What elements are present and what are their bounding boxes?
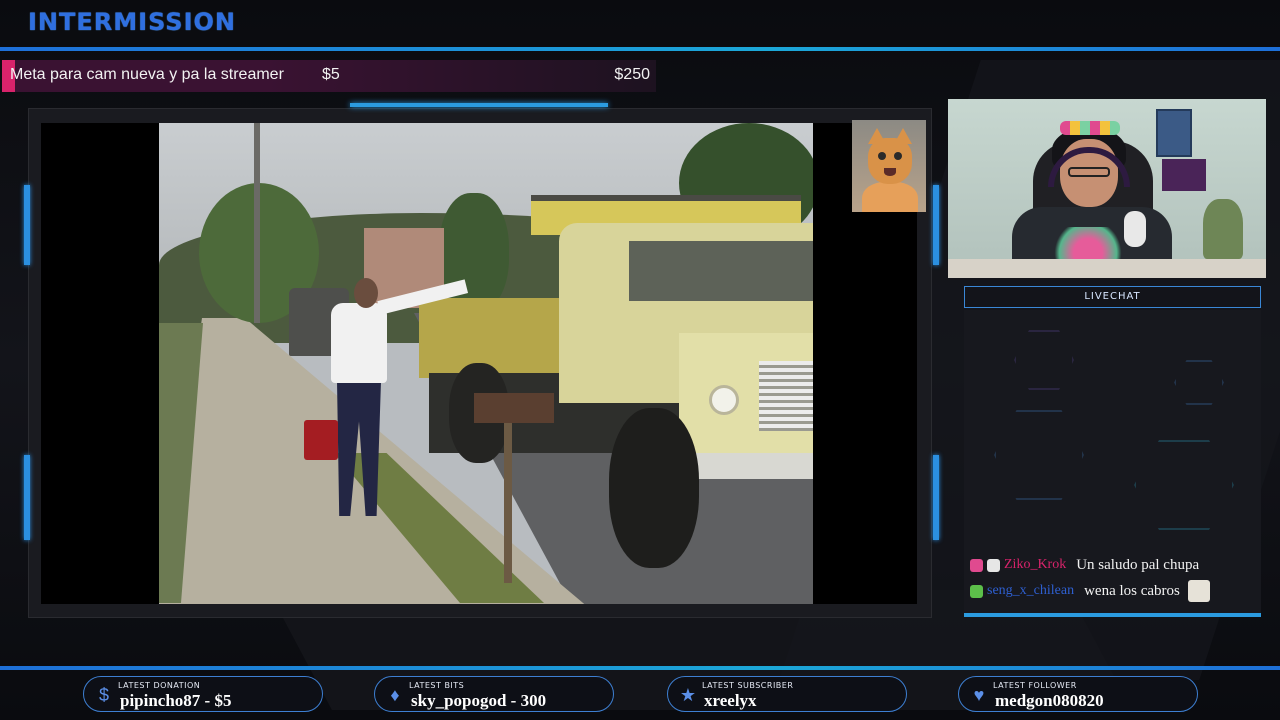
header-divider xyxy=(0,47,1280,51)
bits-icon: ♦ xyxy=(390,685,400,705)
microphone xyxy=(1124,211,1146,247)
cat-eye xyxy=(894,152,902,160)
truck-grille xyxy=(759,361,813,431)
hex-decoration xyxy=(994,410,1084,500)
stat-label: LATEST DONATION xyxy=(118,681,201,690)
cat-eye xyxy=(878,152,886,160)
frog-badge-icon xyxy=(970,584,983,598)
goal-current-amount: $5 xyxy=(322,66,340,83)
latest-donation: $ LATEST DONATION pipincho87 - $5 xyxy=(83,676,323,712)
stat-value: sky_popogod - 300 xyxy=(411,691,547,710)
hex-decoration xyxy=(1134,440,1234,530)
man-head xyxy=(354,278,378,308)
frame-glow-accent xyxy=(350,103,608,107)
heart-badge-icon xyxy=(970,558,983,572)
street-post xyxy=(504,403,512,583)
flower-crown xyxy=(1060,121,1120,135)
chat-header: LIVECHAT xyxy=(964,286,1261,308)
utility-pole xyxy=(254,123,260,323)
wall-poster xyxy=(1156,109,1192,157)
page-title: INTERMISSION xyxy=(28,8,236,36)
street-sign xyxy=(474,393,554,423)
hex-decoration xyxy=(1174,360,1224,405)
frame-side-accent xyxy=(933,185,939,265)
figurine xyxy=(1203,199,1243,259)
stat-label: LATEST FOLLOWER xyxy=(993,681,1077,690)
stat-value: medgon080820 xyxy=(995,691,1104,710)
man-body xyxy=(331,303,387,383)
truck-bumper xyxy=(679,453,813,479)
footer-divider xyxy=(0,666,1280,670)
chat-message: seng_x_chilean wena los cabros xyxy=(970,580,1260,602)
desk xyxy=(948,259,1266,278)
streamer-webcam xyxy=(948,99,1266,278)
frame-side-accent xyxy=(24,185,30,265)
chat-bottom-accent xyxy=(964,613,1261,617)
stat-label: LATEST BITS xyxy=(409,681,465,690)
latest-subscriber: ★ LATEST SUBSCRIBER xreelyx xyxy=(667,676,907,712)
stat-label: LATEST SUBSCRIBER xyxy=(702,681,794,690)
chat-username[interactable]: seng_x_chilean xyxy=(987,580,1074,602)
cat-cam xyxy=(852,120,926,212)
star-icon: ★ xyxy=(679,685,697,705)
truck-window xyxy=(629,241,813,301)
goal-target-amount: $250 xyxy=(614,66,650,83)
dollar-icon: $ xyxy=(98,685,109,705)
stat-value: pipincho87 - $5 xyxy=(120,691,232,710)
truck-headlight xyxy=(709,385,739,415)
red-bag xyxy=(304,420,338,460)
cat-face xyxy=(868,138,912,184)
latest-bits: ♦ LATEST BITS sky_popogod - 300 xyxy=(374,676,614,712)
chat-text: wena los cabros xyxy=(1084,583,1180,599)
skull-badge-icon xyxy=(987,558,1000,572)
wall-poster xyxy=(1162,159,1206,191)
glasses xyxy=(1068,167,1110,177)
hex-decoration xyxy=(1014,330,1074,390)
main-video[interactable] xyxy=(159,123,813,604)
cat-mouth xyxy=(884,168,896,176)
chat-message: Ziko_Krok Un saludo pal chupa xyxy=(970,554,1260,576)
frame-side-accent xyxy=(24,455,30,540)
truck-wheel xyxy=(609,408,699,568)
cat-emote-icon xyxy=(1187,580,1210,602)
latest-follower: ♥ LATEST FOLLOWER medgon080820 xyxy=(958,676,1198,712)
heart-icon: ♥ xyxy=(973,685,985,705)
goal-label: Meta para cam nueva y pa la streamer xyxy=(10,66,284,83)
cat-body xyxy=(862,182,918,212)
truck-bed xyxy=(419,298,579,378)
chat-text: Un saludo pal chupa xyxy=(1076,557,1200,573)
chat-username[interactable]: Ziko_Krok xyxy=(1004,554,1066,576)
donation-goal-bar: Meta para cam nueva y pa la streamer $5 … xyxy=(2,60,656,92)
stat-value: xreelyx xyxy=(704,691,757,710)
frame-side-accent xyxy=(933,455,939,540)
